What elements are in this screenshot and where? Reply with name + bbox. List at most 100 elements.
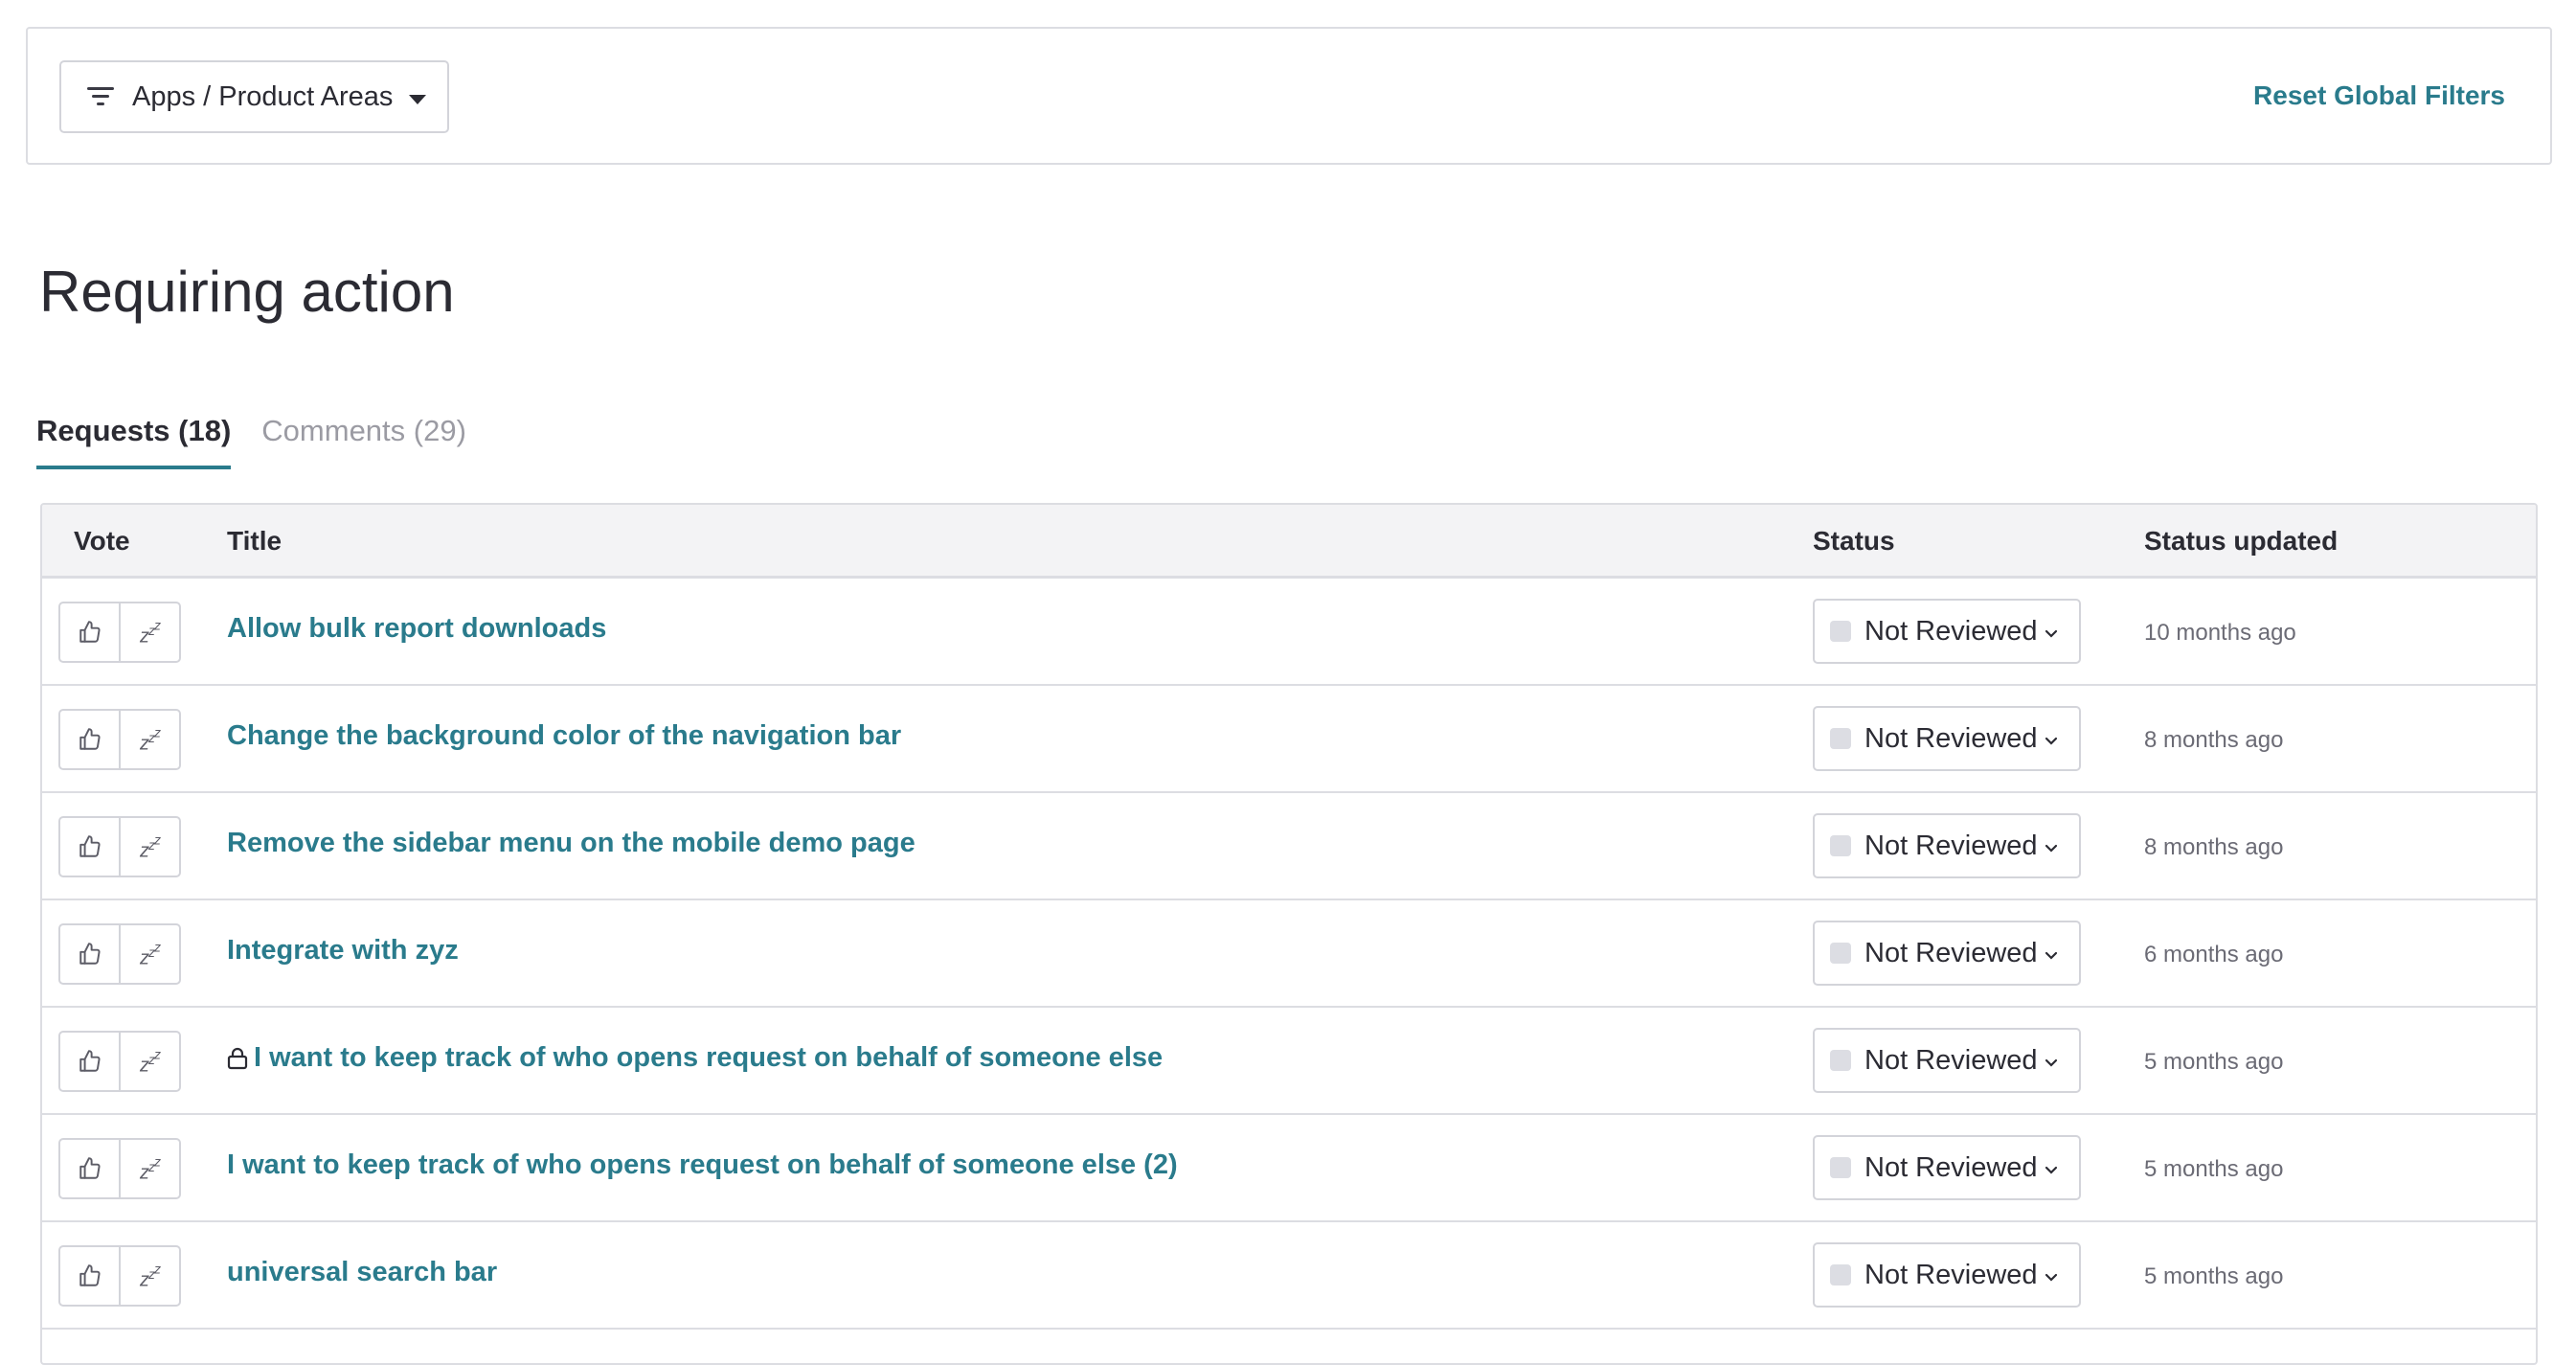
reset-global-filters-link[interactable]: Reset Global Filters [2253,80,2505,111]
status-color-swatch [1830,728,1851,749]
caret-down-icon [409,95,426,104]
status-color-swatch [1830,1264,1851,1285]
upvote-button[interactable] [60,1247,119,1305]
table-row: zzz I want to keep track of who opens re… [42,1115,2536,1222]
chevron-down-icon [2045,737,2058,745]
filter-icon [86,85,115,108]
status-label: Not Reviewed [1864,1044,2038,1076]
table-body: zzz Allow bulk report downloads Not Revi… [42,579,2536,1330]
request-title-text: Change the background color of the navig… [227,720,902,751]
status-label: Not Reviewed [1864,830,2038,861]
upvote-button[interactable] [60,818,119,876]
chevron-down-icon [2045,1273,2058,1282]
thumbs-up-icon [79,1157,101,1179]
status-updated-time: 8 months ago [2144,727,2284,753]
status-color-swatch [1830,621,1851,642]
thumbs-up-icon [79,1264,101,1286]
status-color-swatch [1830,943,1851,964]
snooze-button[interactable]: zzz [119,818,179,876]
vote-button-group: zzz [58,1245,181,1307]
chevron-down-icon [2045,1166,2058,1174]
status-updated-time: 5 months ago [2144,1156,2284,1182]
snooze-icon: zzz [140,938,161,969]
thumbs-up-icon [79,1050,101,1072]
snooze-icon: zzz [140,1260,161,1291]
table-row: zzz Allow bulk report downloads Not Revi… [42,579,2536,686]
requests-table: Vote Title Status Status updated zzz All… [40,503,2538,1365]
snooze-icon: zzz [140,1045,161,1077]
status-label: Not Reviewed [1864,722,2038,754]
status-dropdown[interactable]: Not Reviewed [1813,706,2081,771]
vote-button-group: zzz [58,816,181,877]
request-title-text: I want to keep track of who opens reques… [254,1042,1164,1073]
snooze-icon: zzz [140,616,161,648]
status-updated-time: 5 months ago [2144,1049,2284,1075]
status-updated-time: 6 months ago [2144,942,2284,967]
status-dropdown[interactable]: Not Reviewed [1813,1242,2081,1308]
request-title-link[interactable]: Remove the sidebar menu on the mobile de… [227,828,915,859]
status-dropdown[interactable]: Not Reviewed [1813,1135,2081,1200]
upvote-button[interactable] [60,1033,119,1090]
request-title-link[interactable]: Change the background color of the navig… [227,720,901,752]
status-updated-time: 10 months ago [2144,620,2296,646]
upvote-button[interactable] [60,711,119,768]
vote-button-group: zzz [58,709,181,770]
thumbs-up-icon [79,621,101,643]
tab-bar: Requests (18) Comments (29) [36,414,497,469]
status-label: Not Reviewed [1864,1259,2038,1290]
lock-icon [227,1047,248,1070]
request-title-link[interactable]: I want to keep track of who opens reques… [227,1042,1163,1074]
status-updated-time: 5 months ago [2144,1263,2284,1289]
status-dropdown[interactable]: Not Reviewed [1813,1028,2081,1093]
upvote-button[interactable] [60,603,119,661]
request-title-link[interactable]: Integrate with zyz [227,935,459,967]
thumbs-up-icon [79,943,101,965]
vote-button-group: zzz [58,923,181,985]
snooze-button[interactable]: zzz [119,1247,179,1305]
column-header-status-updated: Status updated [2144,526,2339,556]
upvote-button[interactable] [60,925,119,983]
status-dropdown[interactable]: Not Reviewed [1813,813,2081,878]
status-color-swatch [1830,1157,1851,1178]
chevron-down-icon [2045,1058,2058,1067]
snooze-button[interactable]: zzz [119,711,179,768]
tab-comments[interactable]: Comments (29) [261,414,466,469]
vote-button-group: zzz [58,1031,181,1092]
apps-product-areas-dropdown[interactable]: Apps / Product Areas [59,60,449,133]
request-title-text: Remove the sidebar menu on the mobile de… [227,828,915,858]
snooze-button[interactable]: zzz [119,1140,179,1197]
table-row: zzz I want to keep track of who opens re… [42,1008,2536,1115]
request-title-link[interactable]: universal search bar [227,1257,497,1288]
thumbs-up-icon [79,835,101,857]
column-header-vote: Vote [74,526,130,556]
tab-requests[interactable]: Requests (18) [36,414,232,469]
table-row: zzz Remove the sidebar menu on the mobil… [42,793,2536,900]
upvote-button[interactable] [60,1140,119,1197]
snooze-button[interactable]: zzz [119,925,179,983]
filter-dropdown-label: Apps / Product Areas [132,80,394,112]
status-color-swatch [1830,835,1851,856]
snooze-icon: zzz [140,723,161,755]
status-dropdown[interactable]: Not Reviewed [1813,921,2081,986]
request-title-link[interactable]: I want to keep track of who opens reques… [227,1149,1178,1181]
request-title-text: Allow bulk report downloads [227,613,607,644]
status-label: Not Reviewed [1864,615,2038,647]
vote-button-group: zzz [58,1138,181,1199]
status-dropdown[interactable]: Not Reviewed [1813,599,2081,664]
table-header: Vote Title Status Status updated [42,505,2536,579]
global-filter-bar: Apps / Product Areas Reset Global Filter… [26,27,2552,165]
chevron-down-icon [2045,629,2058,638]
snooze-icon: zzz [140,1152,161,1184]
table-row: zzz Change the background color of the n… [42,686,2536,793]
table-row: zzz universal search bar Not Reviewed 5 … [42,1222,2536,1330]
request-title-link[interactable]: Allow bulk report downloads [227,613,606,645]
page-title: Requiring action [39,260,455,324]
request-title-text: Integrate with zyz [227,935,459,966]
snooze-button[interactable]: zzz [119,1033,179,1090]
column-header-title: Title [227,526,282,556]
request-title-text: I want to keep track of who opens reques… [227,1149,1178,1180]
chevron-down-icon [2045,844,2058,853]
chevron-down-icon [2045,951,2058,960]
vote-button-group: zzz [58,602,181,663]
snooze-button[interactable]: zzz [119,603,179,661]
